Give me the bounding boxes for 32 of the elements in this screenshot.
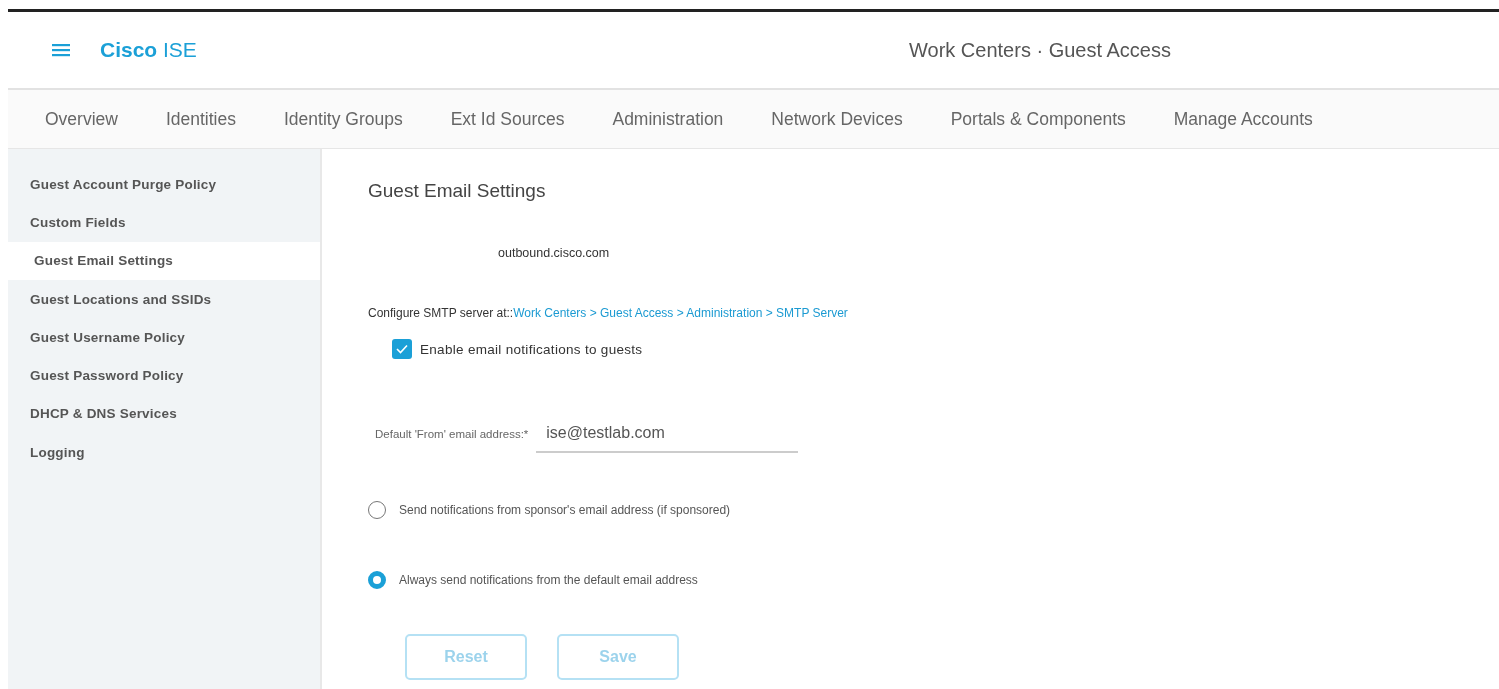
nav-tab[interactable]: Network Devices (771, 108, 903, 130)
nav-tab[interactable]: Identities (165, 108, 236, 130)
email-field[interactable]: ise@testlab.com (536, 415, 799, 453)
checkbox[interactable] (392, 339, 412, 359)
sidebar-item[interactable]: Guest Password Policy (8, 356, 320, 395)
sidebar-item[interactable]: Guest Account Purge Policy (8, 165, 320, 204)
checkmark-icon (396, 344, 408, 354)
smtp-server-link[interactable]: Work Centers > Guest Access > Administration > SMTP Server (513, 306, 848, 320)
sidebar-item[interactable]: Custom Fields (8, 203, 320, 242)
sidebar-item[interactable]: Logging (8, 433, 320, 472)
nav-tab[interactable]: Administration (612, 108, 724, 130)
sidebar-item[interactable]: Guest Email Settings (8, 241, 320, 280)
sidebar-item[interactable]: Guest Locations and SSIDs (8, 279, 320, 319)
section-title: Guest Email Settings (368, 180, 547, 202)
field-label: Default 'From' email address:* (375, 428, 529, 440)
nav-tab[interactable]: Identity Groups (284, 108, 403, 130)
nav-tab[interactable]: Overview (45, 108, 118, 130)
sidebar-item[interactable]: Guest Username Policy (8, 318, 320, 357)
nav-tab[interactable]: Ext Id Sources (450, 108, 565, 130)
nav-tab[interactable]: Portals & Components (950, 108, 1126, 130)
page-title: Work Centers · Guest Access (909, 38, 1171, 62)
sidebar-item[interactable]: DHCP & DNS Services (8, 394, 320, 434)
nav-tab[interactable]: Manage Accounts (1173, 108, 1313, 130)
radio-button[interactable] (368, 571, 386, 589)
configure-text: Configure SMTP server at:: (368, 306, 514, 320)
menu-icon[interactable] (52, 43, 70, 57)
radio-label: Send notifications from sponsor's email address (if sponsored) (399, 503, 731, 517)
radio-button[interactable] (368, 501, 386, 519)
radio-label: Always send notifications from the default email address (399, 573, 698, 587)
smtp-host: outbound.cisco.com (498, 246, 611, 260)
brand-logo: Cisco ISE (100, 38, 197, 62)
checkbox-label: Enable email notifications to guests (420, 341, 643, 357)
